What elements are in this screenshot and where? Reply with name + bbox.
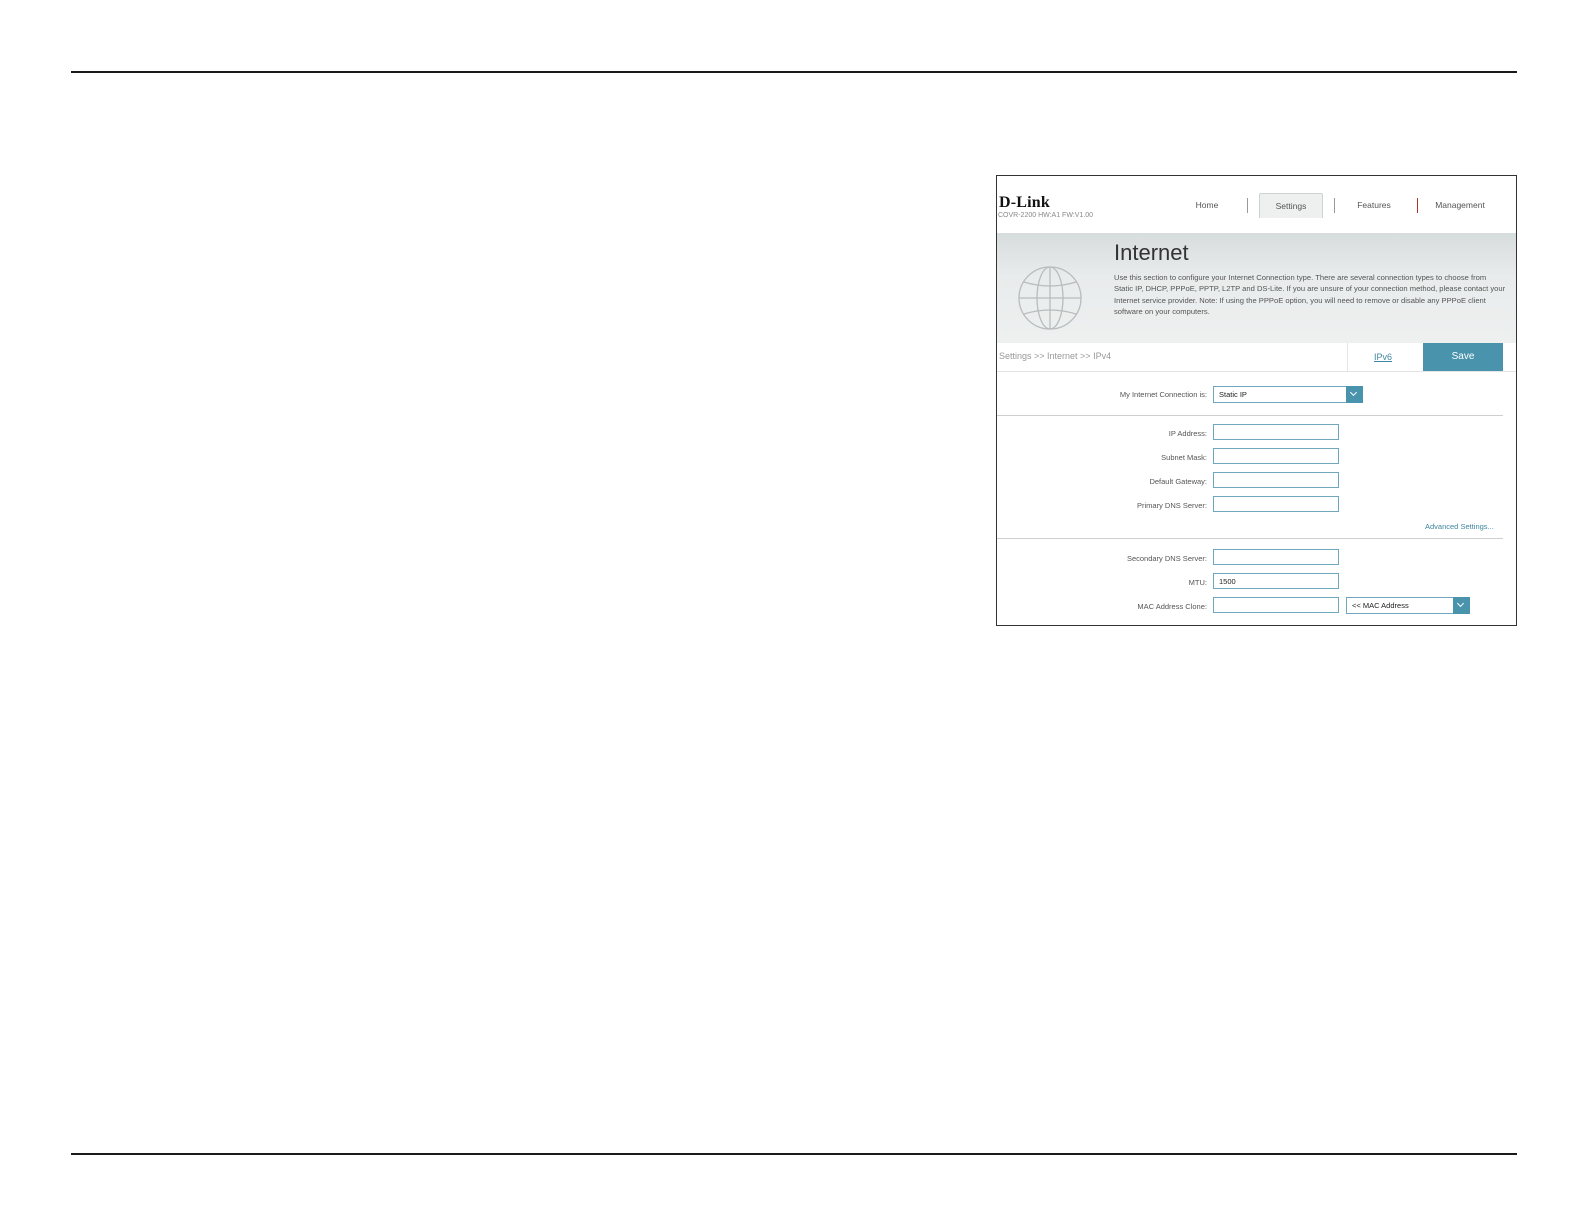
nav-settings[interactable]: Settings <box>1259 193 1323 218</box>
connection-type-value: Static IP <box>1219 390 1247 399</box>
ipv6-link[interactable]: IPv6 <box>1347 343 1418 371</box>
dlink-logo: D-Link <box>999 194 1050 211</box>
ip-address-label: IP Address: <box>1168 429 1207 438</box>
advanced-settings-link[interactable]: Advanced Settings... <box>1425 522 1494 531</box>
nav-separator <box>1334 198 1335 213</box>
primary-dns-input[interactable] <box>1213 496 1339 512</box>
chevron-down-icon <box>1453 597 1470 614</box>
page-bottom-rule <box>71 1153 1517 1155</box>
secondary-dns-input[interactable] <box>1213 549 1339 565</box>
mac-address-select-value: << MAC Address <box>1352 601 1409 610</box>
mac-clone-input[interactable] <box>1213 597 1339 613</box>
subnet-mask-input[interactable] <box>1213 448 1339 464</box>
default-gateway-label: Default Gateway: <box>1149 477 1207 486</box>
connection-type-label: My Internet Connection is: <box>1119 390 1207 399</box>
save-button[interactable]: Save <box>1423 343 1503 371</box>
subnet-mask-label: Subnet Mask: <box>1161 453 1207 462</box>
breadcrumb: Settings >> Internet >> IPv4 <box>999 351 1112 361</box>
nav-management[interactable]: Management <box>1427 193 1493 217</box>
chevron-down-icon <box>1346 386 1363 403</box>
divider <box>997 415 1503 416</box>
page-title: Internet <box>1114 240 1189 265</box>
primary-dns-label: Primary DNS Server: <box>1136 501 1207 510</box>
secondary-dns-label: Secondary DNS Server: <box>1126 554 1207 563</box>
nav-home[interactable]: Home <box>1187 193 1227 217</box>
nav-separator <box>1247 198 1248 213</box>
router-header: D-Link COVR-2200 HW:A1 FW:V1.00 Home Set… <box>997 176 1516 234</box>
connection-type-select[interactable]: Static IP <box>1213 386 1363 403</box>
mtu-input[interactable] <box>1213 573 1339 589</box>
mac-address-select[interactable]: << MAC Address <box>1346 597 1470 614</box>
globe-icon <box>1018 266 1082 330</box>
router-screenshot: D-Link COVR-2200 HW:A1 FW:V1.00 Home Set… <box>996 175 1517 626</box>
ip-address-input[interactable] <box>1213 424 1339 440</box>
nav-separator <box>1417 198 1418 213</box>
breadcrumb-bar: Settings >> Internet >> IPv4 IPv6 Save <box>997 343 1516 372</box>
mac-clone-label: MAC Address Clone: <box>1137 602 1207 611</box>
default-gateway-input[interactable] <box>1213 472 1339 488</box>
nav-features[interactable]: Features <box>1349 193 1399 217</box>
divider <box>997 538 1503 539</box>
page-top-rule <box>71 71 1517 73</box>
model-info: COVR-2200 HW:A1 FW:V1.00 <box>998 212 1094 219</box>
mtu-label: MTU: <box>1188 578 1207 587</box>
page-description: Use this section to configure your Inter… <box>1114 273 1506 316</box>
